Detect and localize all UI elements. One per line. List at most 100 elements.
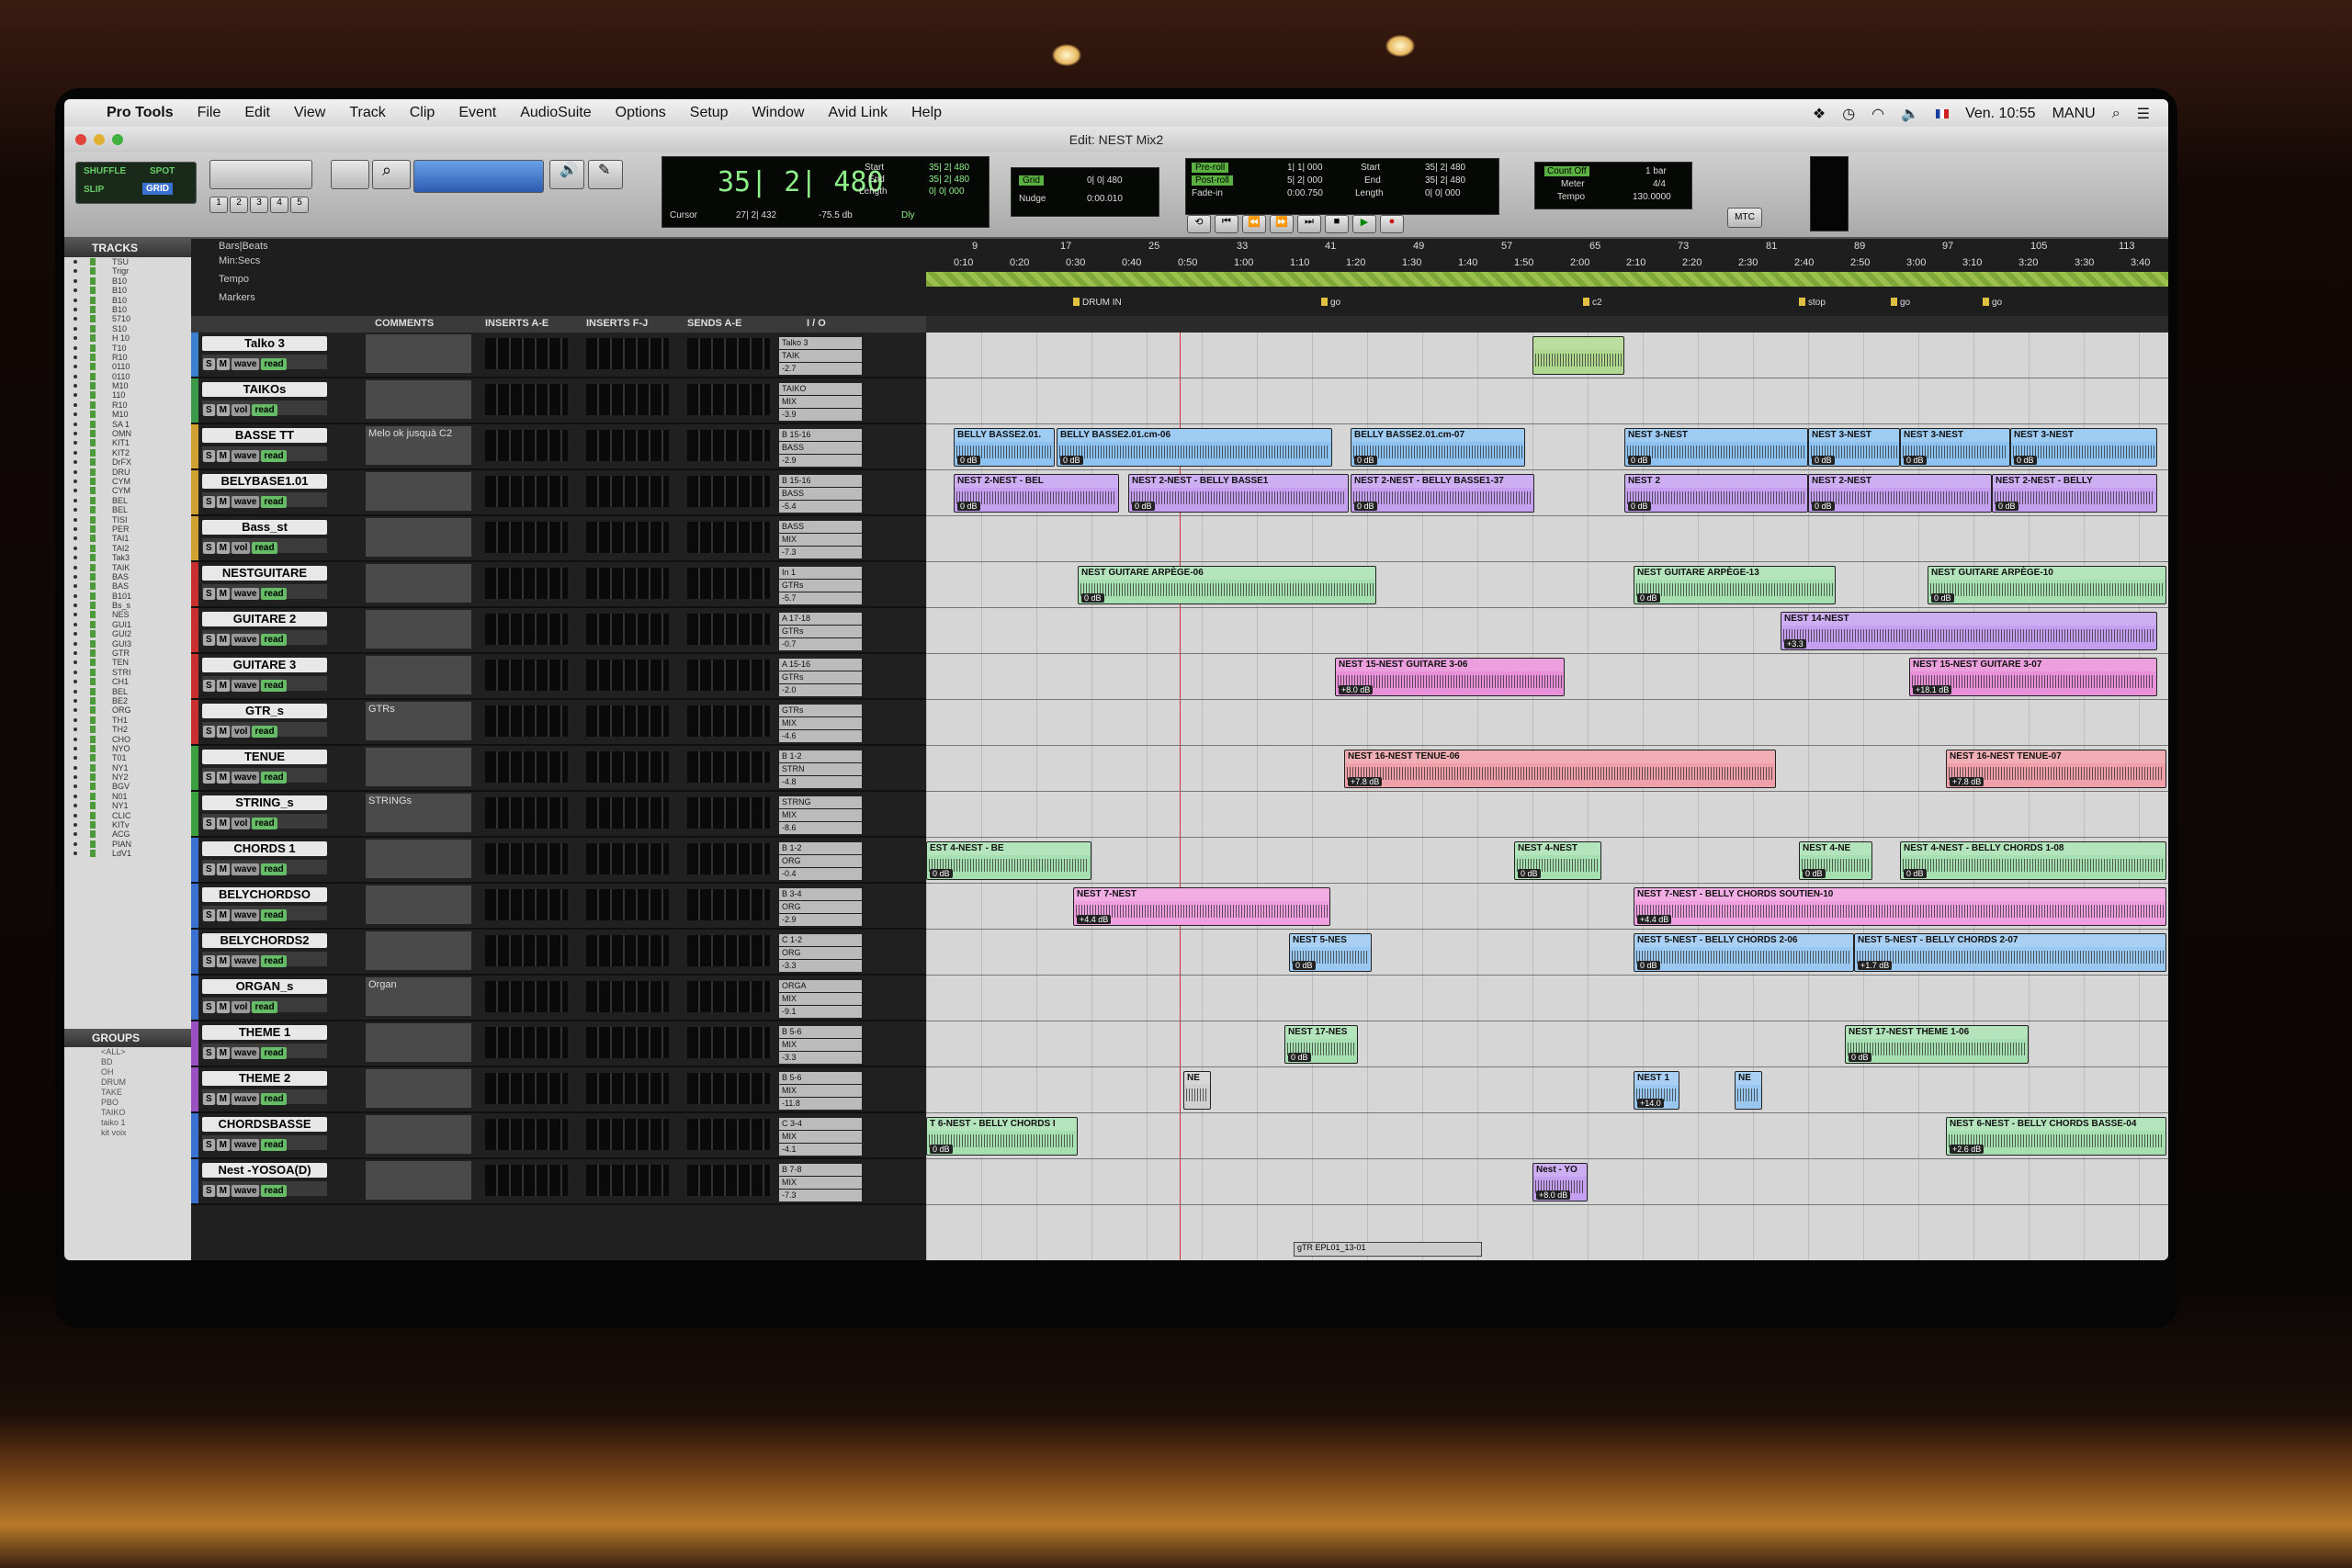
inserts-f-j[interactable] (586, 1027, 669, 1058)
track-list-item[interactable]: KITv (64, 820, 191, 829)
app-menu[interactable]: Pro Tools (107, 105, 174, 121)
audio-clip[interactable]: NEST 2-NEST - BELLY 0 dB (1992, 474, 2157, 513)
clip-gain[interactable]: 0 dB (1996, 502, 2018, 511)
solo-button[interactable]: S (203, 1185, 215, 1197)
track-name[interactable]: TAIKOs (202, 382, 327, 397)
volume-value[interactable]: -0.4 (779, 868, 862, 880)
track-list-item[interactable]: GUI2 (64, 629, 191, 638)
track-name[interactable]: BELYBASE1.01 (202, 474, 327, 489)
inserts-a-e[interactable] (485, 384, 568, 415)
volume-value[interactable]: -3.3 (779, 1052, 862, 1064)
volume-value[interactable]: -5.7 (779, 592, 862, 604)
automation-mode[interactable]: read (261, 772, 287, 784)
automation-mode[interactable]: read (261, 1185, 287, 1197)
shuffle-mode[interactable]: SHUFFLE (84, 166, 126, 176)
track-comment[interactable]: STRINGs (366, 794, 471, 832)
dly-label[interactable]: Dly (901, 210, 914, 220)
menu-help[interactable]: Help (911, 105, 942, 121)
mute-button[interactable]: M (216, 726, 231, 738)
track-list-item[interactable]: STRI (64, 668, 191, 677)
tracks-list-title[interactable]: TRACKS (64, 239, 191, 257)
mute-button[interactable]: M (216, 818, 231, 829)
nudge-label[interactable]: Nudge (1019, 194, 1046, 204)
track-name[interactable]: GTR_s (202, 704, 327, 718)
record-button[interactable]: ● (1380, 215, 1404, 233)
inserts-f-j[interactable] (586, 797, 669, 829)
sends-a-e[interactable] (687, 751, 770, 783)
inserts-a-e[interactable] (485, 981, 568, 1012)
view-mode[interactable]: wave (232, 955, 260, 967)
volume-value[interactable]: -3.9 (779, 409, 862, 421)
track-list-item[interactable]: 0110 (64, 372, 191, 381)
countoff-bars[interactable]: 1 bar (1645, 166, 1667, 176)
solo-button[interactable]: S (203, 726, 215, 738)
automation-mode[interactable]: read (261, 1093, 287, 1105)
marker[interactable]: go (1891, 298, 1910, 308)
mute-button[interactable]: M (216, 542, 231, 554)
inserts-a-e[interactable] (485, 797, 568, 829)
track-list-item[interactable]: TH1 (64, 716, 191, 725)
volume-value[interactable]: -5.4 (779, 501, 862, 513)
length-value[interactable]: 0| 0| 000 (929, 186, 965, 197)
track-comment[interactable] (366, 1069, 471, 1108)
output-select[interactable]: TAIK (779, 350, 862, 362)
audio-clip[interactable]: NEST 17-NES 0 dB (1284, 1025, 1358, 1064)
tempo-value[interactable]: 130.0000 (1633, 192, 1671, 202)
track-comment[interactable] (366, 656, 471, 694)
track-list-item[interactable]: T01 (64, 753, 191, 762)
automation-mode[interactable]: read (252, 542, 277, 554)
audio-clip[interactable]: NEST 4-NEST - BELLY CHORDS 1-08 0 dB (1900, 841, 2166, 880)
group-item[interactable]: DRUM (64, 1077, 191, 1088)
clip-gain[interactable]: +1.7 dB (1858, 961, 1893, 970)
track-list-item[interactable]: B10 (64, 296, 191, 305)
audio-clip[interactable]: NEST 4-NEST 0 dB (1514, 841, 1601, 880)
time-machine-icon[interactable]: ◷ (1842, 105, 1855, 123)
volume-value[interactable]: -11.8 (779, 1098, 862, 1110)
volume-value[interactable]: -2.7 (779, 363, 862, 375)
automation-mode[interactable]: read (252, 1001, 277, 1013)
zoomer-tool[interactable] (331, 160, 369, 189)
menu-event[interactable]: Event (458, 105, 496, 121)
menu-window[interactable]: Window (752, 105, 805, 121)
preroll-value[interactable]: 1| 1| 000 (1287, 163, 1323, 173)
clip-gain[interactable]: 0 dB (957, 456, 980, 465)
volume-value[interactable]: -4.1 (779, 1144, 862, 1156)
clip-gain[interactable]: 0 dB (1637, 961, 1660, 970)
clip-gain[interactable]: 0 dB (1354, 456, 1377, 465)
inserts-f-j[interactable] (586, 981, 669, 1012)
sends-a-e[interactable] (687, 1165, 770, 1196)
track-comment[interactable] (366, 1023, 471, 1062)
track-list-item[interactable]: NYO (64, 744, 191, 753)
inserts-a-e[interactable] (485, 614, 568, 645)
zoom-preset-4[interactable]: 4 (270, 197, 288, 213)
mute-button[interactable]: M (216, 772, 231, 784)
input-select[interactable]: STRNG (779, 796, 862, 808)
clip-gain[interactable]: 0 dB (1628, 502, 1651, 511)
view-mode[interactable]: wave (232, 1047, 260, 1059)
output-select[interactable]: MIX (779, 717, 862, 729)
transport-end-value[interactable]: 35| 2| 480 (1425, 175, 1465, 186)
input-select[interactable]: BASS (779, 521, 862, 533)
sends-a-e[interactable] (687, 338, 770, 369)
automation-mode[interactable]: read (261, 588, 287, 600)
clip-gain[interactable]: +3.3 (1784, 639, 1806, 649)
track-comment[interactable] (366, 518, 471, 557)
audio-clip[interactable]: NEST 5-NES 0 dB (1289, 933, 1372, 972)
track-list-item[interactable]: BEL (64, 505, 191, 514)
solo-button[interactable]: S (203, 1001, 215, 1013)
mute-button[interactable]: M (216, 1047, 231, 1059)
input-select[interactable]: B 1-2 (779, 750, 862, 762)
sends-a-e[interactable] (687, 1119, 770, 1150)
clip-gain[interactable]: 0 dB (930, 869, 953, 878)
audio-clip[interactable]: T 6-NEST - BELLY CHORDS I 0 dB (926, 1117, 1078, 1156)
marker[interactable]: stop (1799, 298, 1826, 308)
audio-clip[interactable]: NEST 3-NEST 0 dB (1808, 428, 1900, 467)
track-name[interactable]: THEME 2 (202, 1071, 327, 1086)
track-comment[interactable]: Melo ok jusquà C2 (366, 426, 471, 465)
track-list-item[interactable]: N01 (64, 792, 191, 801)
track-list-item[interactable]: TSU (64, 257, 191, 266)
user-name[interactable]: MANU (2052, 106, 2096, 122)
track-comment[interactable] (366, 748, 471, 786)
track-list-item[interactable]: BGV (64, 782, 191, 791)
stop-button[interactable]: ■ (1325, 215, 1349, 233)
